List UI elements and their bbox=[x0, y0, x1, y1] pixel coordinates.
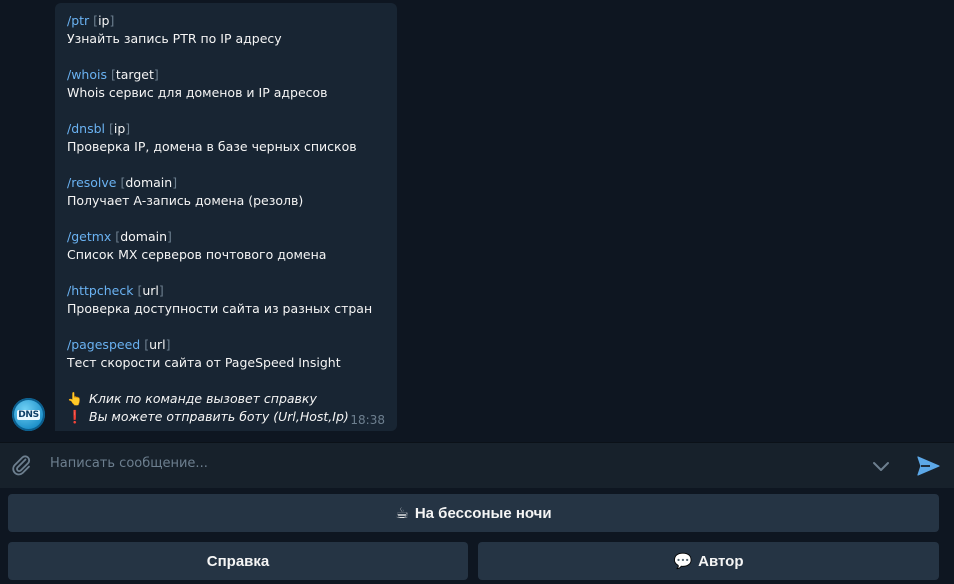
command-item: /httpcheck [url] Проверка доступности са… bbox=[67, 283, 373, 316]
avatar-label: DNS bbox=[17, 409, 40, 420]
command-desc: Проверка IP, домена в базе черных списко… bbox=[67, 139, 357, 154]
hint-text: Вы можете отправить боту (Url,Host,Ip) bbox=[89, 409, 349, 424]
button-label: Справка bbox=[206, 552, 270, 570]
exclamation-icon: ❗ bbox=[67, 409, 83, 424]
pointing-up-icon: 👆 bbox=[67, 391, 83, 406]
command-link[interactable]: /resolve bbox=[67, 175, 117, 190]
message-time: 18:38 bbox=[350, 413, 385, 427]
command-desc: Тест скорости сайта от PageSpeed Insight bbox=[67, 355, 341, 370]
command-arg: url bbox=[142, 283, 159, 298]
paperclip-icon[interactable] bbox=[9, 453, 33, 477]
command-link[interactable]: /dnsbl bbox=[67, 121, 105, 136]
command-item: /pagespeed [url] Тест скорости сайта от … bbox=[67, 337, 341, 370]
coffee-icon: ☕ bbox=[395, 505, 409, 522]
command-item: /resolve [domain] Получает A-запись доме… bbox=[67, 175, 304, 208]
command-item: /getmx [domain] Список MX серверов почто… bbox=[67, 229, 327, 262]
message-bubble: /ptr [ip] Узнайть запись PTR по IP адрес… bbox=[55, 3, 397, 431]
hint-note: ❗ Вы можете отправить боту (Url,Host,Ip) bbox=[67, 408, 349, 426]
compose-bar: Написать сообщение... bbox=[0, 442, 954, 488]
message-input[interactable]: Написать сообщение... bbox=[50, 456, 208, 471]
command-arg: ip bbox=[98, 13, 110, 28]
command-arg: ip bbox=[113, 121, 126, 136]
command-item: /whois [target] Whois сервис для доменов… bbox=[67, 67, 328, 100]
command-item: /ptr [ip] Узнайть запись PTR по IP адрес… bbox=[67, 13, 282, 46]
command-arg: target bbox=[115, 67, 154, 82]
command-item: /dnsbl [ip] Проверка IP, домена в базе ч… bbox=[67, 121, 357, 154]
hint-text: Клик по команде вызовет справку bbox=[89, 391, 317, 406]
command-link[interactable]: /pagespeed bbox=[67, 337, 140, 352]
bot-keyboard: ☕ На бессоные ночи Справка 💬 Автор bbox=[0, 488, 954, 584]
command-link[interactable]: /whois bbox=[67, 67, 107, 82]
send-icon[interactable] bbox=[915, 453, 941, 479]
command-desc: Whois сервис для доменов и IP адресов bbox=[67, 85, 328, 100]
command-arg: domain bbox=[125, 175, 173, 190]
command-desc: Узнайть запись PTR по IP адресу bbox=[67, 31, 282, 46]
author-button[interactable]: 💬 Автор bbox=[478, 542, 939, 580]
speech-bubble-icon: 💬 bbox=[673, 553, 693, 570]
help-button[interactable]: Справка bbox=[8, 542, 468, 580]
bot-avatar[interactable]: DNS bbox=[12, 398, 45, 431]
command-link[interactable]: /ptr bbox=[67, 13, 89, 28]
command-desc: Проверка доступности сайта из разных стр… bbox=[67, 301, 373, 316]
command-link[interactable]: /getmx bbox=[67, 229, 111, 244]
chat-area: /ptr [ip] Узнайть запись PTR по IP адрес… bbox=[0, 0, 954, 442]
button-label: Автор bbox=[698, 552, 744, 570]
command-arg: url bbox=[149, 337, 166, 352]
hint-note: 👆 Клик по команде вызовет справку bbox=[67, 390, 317, 408]
command-desc: Список MX серверов почтового домена bbox=[67, 247, 327, 262]
button-label: На бессоные ночи bbox=[414, 504, 552, 522]
donate-button[interactable]: ☕ На бессоные ночи bbox=[8, 494, 939, 532]
command-link[interactable]: /httpcheck bbox=[67, 283, 133, 298]
command-arg: domain bbox=[120, 229, 168, 244]
chevron-down-icon[interactable] bbox=[870, 456, 892, 476]
command-desc: Получает A-запись домена (резолв) bbox=[67, 193, 304, 208]
